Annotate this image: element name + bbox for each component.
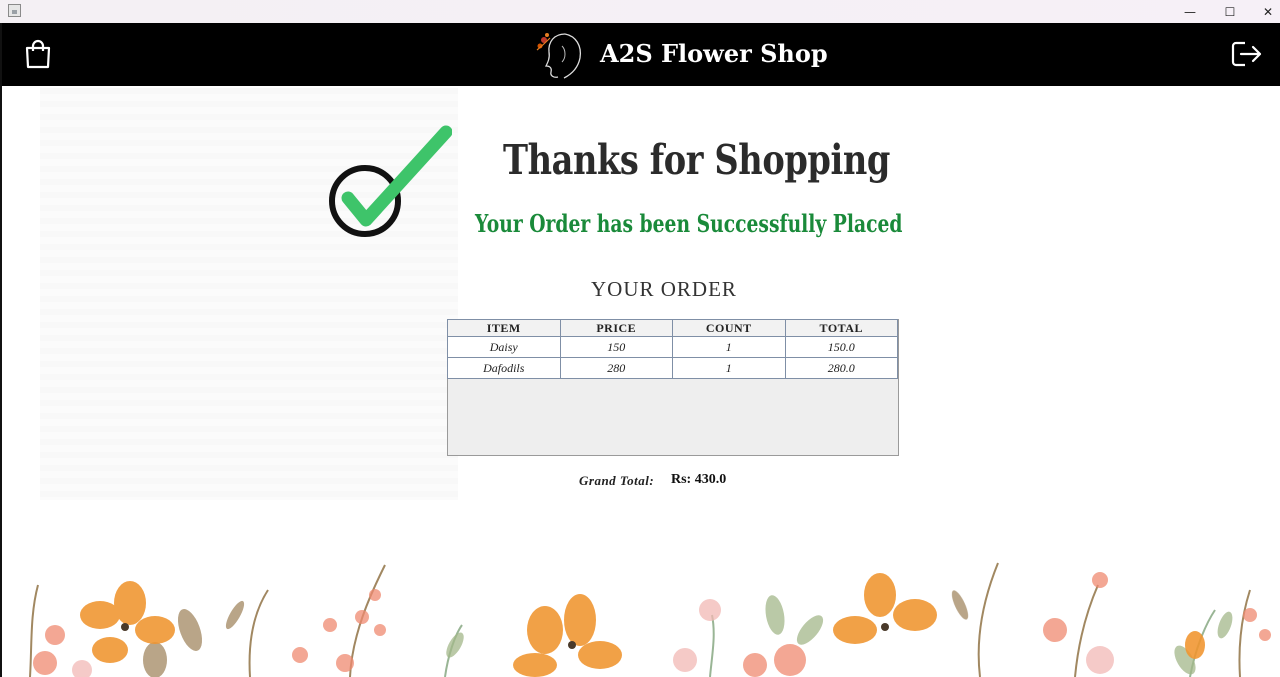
check-icon	[329, 125, 452, 237]
order-table[interactable]: ITEM PRICE COUNT TOTAL Daisy 150 1 150.0…	[447, 319, 899, 456]
thanks-heading: Thanks for Shopping	[503, 136, 891, 184]
table-row[interactable]: Daisy 150 1 150.0	[447, 336, 898, 358]
table-header-row: ITEM PRICE COUNT TOTAL	[447, 319, 898, 337]
column-header-count[interactable]: COUNT	[672, 319, 786, 337]
cell-item[interactable]: Dafodils	[447, 357, 561, 379]
cell-price[interactable]: 280	[559, 357, 673, 379]
grand-total-label: Grand Total:	[579, 473, 655, 488]
column-header-item[interactable]: ITEM	[447, 319, 561, 337]
woman-silhouette-logo	[536, 33, 582, 79]
table-row[interactable]: Dafodils 280 1 280.0	[447, 357, 898, 379]
cell-price[interactable]: 150	[559, 336, 673, 358]
maximize-button[interactable]: ☐	[1210, 0, 1250, 23]
window-titlebar: — ☐ ✕	[0, 0, 1280, 23]
watercolor-flowers-decoration	[29, 562, 1271, 677]
cell-item[interactable]: Daisy	[447, 336, 561, 358]
logout-icon[interactable]	[1231, 40, 1263, 68]
minimize-button[interactable]: —	[1170, 0, 1210, 23]
close-button[interactable]: ✕	[1248, 0, 1280, 23]
column-header-price[interactable]: PRICE	[559, 319, 673, 337]
cell-total[interactable]: 150.0	[784, 336, 898, 358]
cell-count[interactable]: 1	[672, 357, 786, 379]
java-app-icon	[8, 4, 21, 17]
app-header: A2S Flower Shop	[2, 23, 1280, 86]
cell-count[interactable]: 1	[672, 336, 786, 358]
column-header-total[interactable]: TOTAL	[784, 319, 898, 337]
order-placed-message: Your Order has been Successfully Placed	[475, 209, 903, 238]
shopping-bag-icon[interactable]	[24, 39, 52, 69]
shop-title: A2S Flower Shop	[600, 39, 828, 68]
cell-total[interactable]: 280.0	[784, 357, 898, 379]
grand-total-value: Rs: 430.0	[671, 472, 727, 487]
your-order-title: YOUR ORDER	[591, 277, 737, 301]
